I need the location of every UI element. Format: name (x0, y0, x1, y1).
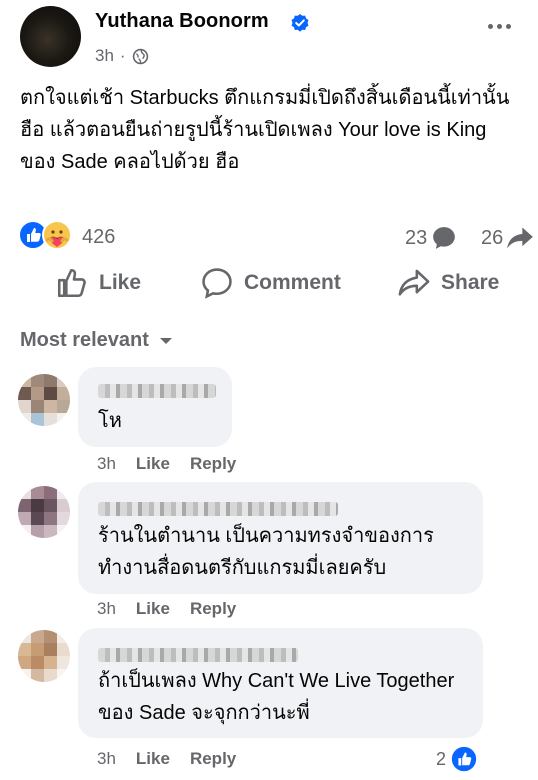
comment-time[interactable]: 3h (97, 749, 116, 769)
commenter-avatar[interactable] (18, 486, 70, 538)
comment-reply-button[interactable]: Reply (190, 599, 236, 619)
post-actions: Like Comment Share (0, 266, 538, 310)
comment-meta: 3h Like Reply (97, 599, 236, 619)
author-name[interactable]: Yuthana Boonorm (95, 10, 269, 33)
post-meta: 3h · (95, 46, 149, 66)
globe-icon (132, 48, 148, 64)
share-label: Share (441, 271, 500, 294)
comment-meta: 3h Like Reply (97, 749, 236, 769)
comment-bubble-icon (433, 227, 456, 249)
share-count-value: 26 (481, 226, 504, 249)
comment-count[interactable]: 23 (405, 225, 457, 251)
sort-label: Most relevant (20, 329, 149, 351)
verified-badge-icon (291, 14, 309, 32)
comment-meta: 3h Like Reply (97, 454, 236, 474)
comment-bubble: ถ้าเป็นเพลง Why Can't We Live Together ข… (78, 628, 483, 738)
comment-like-button[interactable]: Like (136, 599, 170, 619)
post-time[interactable]: 3h (95, 46, 114, 66)
share-icon (398, 269, 430, 296)
share-button[interactable]: Share (397, 266, 499, 300)
comment-reply-button[interactable]: Reply (190, 749, 236, 769)
caret-down-icon (159, 337, 172, 344)
comment-time[interactable]: 3h (97, 454, 116, 474)
more-options-icon[interactable] (488, 24, 511, 29)
comment-text: โห (98, 410, 122, 432)
share-arrow-icon (507, 227, 534, 249)
like-button[interactable]: Like (55, 266, 141, 300)
comment-button[interactable]: Comment (200, 266, 341, 300)
comment-label: Comment (244, 271, 341, 294)
comment-like-button[interactable]: Like (136, 749, 170, 769)
commenter-name-redacted[interactable] (98, 648, 298, 662)
comment-bubble: ร้านในตำนาน เป็นความทรงจำของการทำงานสื่อ… (78, 482, 483, 594)
like-reaction-icon (450, 745, 479, 773)
commenter-name-redacted[interactable] (98, 502, 338, 516)
comment-time[interactable]: 3h (97, 599, 116, 619)
commenter-avatar[interactable] (18, 374, 70, 426)
comment-reply-button[interactable]: Reply (190, 454, 236, 474)
author-avatar[interactable] (20, 6, 81, 67)
like-label: Like (99, 271, 142, 294)
comment-icon (202, 268, 232, 299)
comment-text: ร้านในตำนาน เป็นความทรงจำของการทำงานสื่อ… (98, 525, 434, 579)
comment-sort-dropdown[interactable]: Most relevant (20, 329, 173, 352)
commenter-name-redacted[interactable] (98, 384, 216, 398)
comment-like-count[interactable]: 2 (436, 745, 479, 773)
thumb-up-icon (57, 268, 86, 298)
post-text: ตกใจแต่เช้า Starbucks ตึกแกรมมี่เปิดถึงส… (20, 87, 510, 173)
comment-like-button[interactable]: Like (136, 454, 170, 474)
reaction-count[interactable]: 426 (82, 226, 115, 249)
comment-like-count-value: 2 (436, 748, 447, 769)
care-reaction-icon (42, 220, 72, 250)
reaction-icons[interactable] (18, 220, 72, 250)
comment-bubble: โห (78, 367, 232, 447)
comment-count-value: 23 (405, 226, 428, 249)
share-count[interactable]: 26 (481, 225, 534, 251)
commenter-avatar[interactable] (18, 630, 70, 682)
comment-text: ถ้าเป็นเพลง Why Can't We Live Together ข… (98, 670, 455, 724)
